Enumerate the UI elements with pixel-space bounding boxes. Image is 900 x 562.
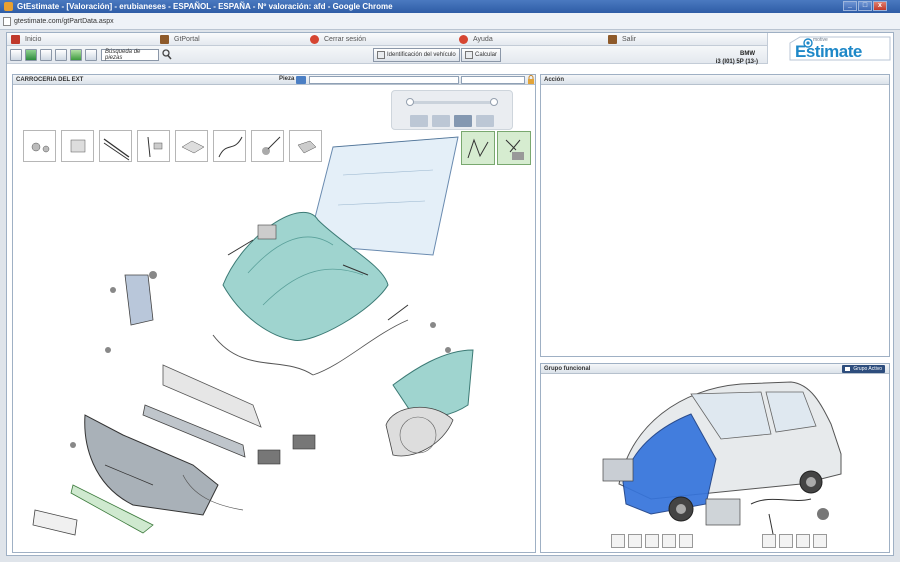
- minimize-button[interactable]: _: [843, 1, 857, 11]
- menu-label: Ayuda: [473, 36, 493, 43]
- group-glass-icon[interactable]: [645, 534, 659, 548]
- help-icon: [459, 35, 468, 44]
- menu-label: Inicio: [25, 36, 42, 43]
- url-text[interactable]: gtestimate.com/gtPartData.aspx: [14, 18, 114, 25]
- functional-group-panel: Grupo funcional Grupo Activo: [540, 363, 890, 553]
- group-engine-icon[interactable]: [779, 534, 793, 548]
- home-icon: [11, 35, 20, 44]
- menu-item-salir[interactable]: Salir: [608, 34, 636, 45]
- export-icon[interactable]: [70, 49, 82, 61]
- menu-label: GtPortal: [174, 36, 200, 43]
- search-parts-label: Búsqueda de piezas: [105, 49, 141, 61]
- user-icon[interactable]: [25, 49, 37, 61]
- group-exhaust-icon[interactable]: [813, 534, 827, 548]
- top-menu: Inicio GtPortal Cerrar sesión Ayuda Sali…: [7, 33, 767, 46]
- vehicle-model: i3 (I01) 5P (13-): [715, 59, 758, 65]
- search-icon[interactable]: [162, 49, 172, 60]
- search-parts-button[interactable]: Búsqueda de piezas: [101, 49, 159, 61]
- menu-item-cerrar-sesion[interactable]: Cerrar sesión: [310, 34, 366, 45]
- vehicle-id-icon: [377, 51, 385, 59]
- vehicle-make: BMW: [740, 51, 755, 57]
- app-frame: Inicio GtPortal Cerrar sesión Ayuda Sali…: [6, 32, 894, 556]
- group-body-icon[interactable]: [611, 534, 625, 548]
- document-icon[interactable]: [55, 49, 67, 61]
- window-title: GtEstimate - [Valoración] - erubianeses …: [17, 2, 393, 11]
- actions-panel-title: Acción: [544, 77, 565, 83]
- address-bar[interactable]: gtestimate.com/gtPartData.aspx: [0, 13, 900, 30]
- exploded-parts-diagram[interactable]: [13, 75, 536, 553]
- actions-panel: Acción: [540, 74, 890, 357]
- save-icon[interactable]: [10, 49, 22, 61]
- portal-icon: [160, 35, 169, 44]
- browser-title-bar: GtEstimate - [Valoración] - erubianeses …: [0, 0, 900, 13]
- app-icon: [4, 2, 13, 11]
- print-icon[interactable]: [85, 49, 97, 61]
- vehicle-group-diagram[interactable]: [541, 364, 890, 553]
- maximize-button[interactable]: □: [858, 1, 872, 11]
- parts-diagram-panel: CARROCERIA DEL EXT Pieza: [12, 74, 536, 553]
- toolbar: Búsqueda de piezas Identificación del ve…: [7, 46, 767, 64]
- group-electric-icon[interactable]: [796, 534, 810, 548]
- menu-item-ayuda[interactable]: Ayuda: [459, 34, 493, 45]
- close-window-button[interactable]: x: [873, 1, 887, 11]
- vehicle-id-button[interactable]: Identificación del vehículo: [373, 48, 460, 62]
- vehicle-id-label: Identificación del vehículo: [387, 52, 456, 58]
- menu-item-gtportal[interactable]: GtPortal: [160, 34, 200, 45]
- camera-icon[interactable]: [40, 49, 52, 61]
- menu-label: Salir: [622, 36, 637, 43]
- calculate-button[interactable]: Calcular: [461, 48, 502, 62]
- actions-panel-header: Acción: [541, 75, 889, 85]
- calculate-label: Calcular: [475, 52, 498, 58]
- group-interior-icon[interactable]: [679, 534, 693, 548]
- group-lights-icon[interactable]: [662, 534, 676, 548]
- group-suspension-icon[interactable]: [762, 534, 776, 548]
- logout-icon: [310, 35, 319, 44]
- brand-panel: motive Estimate: [767, 33, 893, 64]
- menu-label: Cerrar sesión: [324, 36, 367, 43]
- exit-icon: [608, 35, 617, 44]
- group-doors-icon[interactable]: [628, 534, 642, 548]
- brand-logo: Estimate: [795, 42, 862, 61]
- page-icon: [3, 16, 11, 26]
- menu-item-inicio[interactable]: Inicio: [11, 34, 41, 45]
- calculator-icon: [465, 51, 473, 59]
